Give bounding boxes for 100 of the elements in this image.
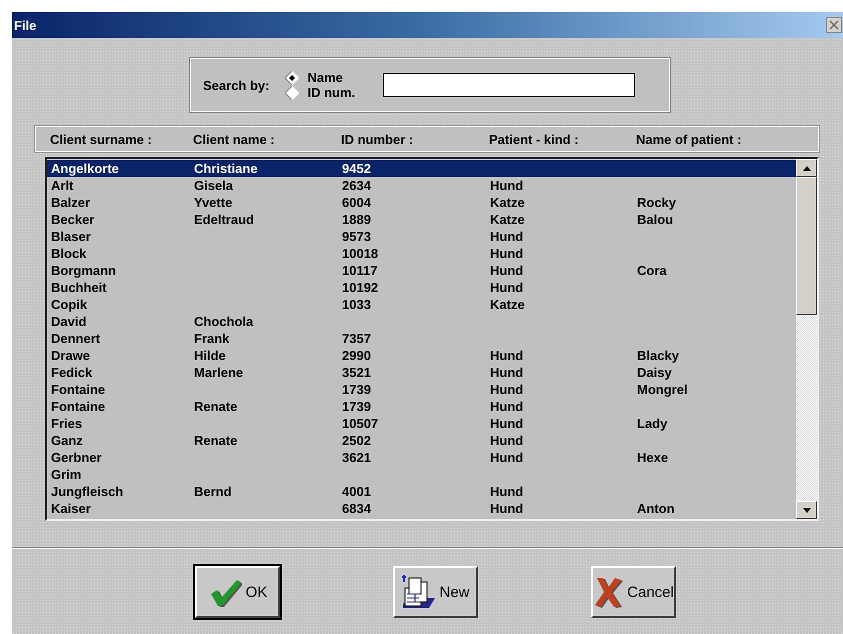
table-cell: Arlt [51, 178, 74, 193]
table-cell: Balzer [51, 195, 90, 210]
table-cell: Hund [490, 433, 524, 448]
scroll-down-button[interactable] [796, 501, 817, 519]
table-cell: Hund [490, 263, 524, 278]
table-cell: Hund [490, 178, 524, 193]
radio-diamond-icon [285, 86, 300, 100]
table-cell: 2634 [342, 178, 371, 193]
table-cell: Edeltraud [194, 212, 254, 227]
cross-icon [593, 576, 624, 608]
table-cell: Yvette [194, 195, 232, 210]
table-cell: 10507 [342, 416, 378, 431]
table-cell: Block [51, 246, 86, 261]
table-cell: Blaser [51, 229, 91, 244]
table-cell: Fontaine [51, 399, 106, 414]
table-cell: Hund [490, 365, 524, 380]
table-cell: 1889 [342, 212, 371, 227]
table-cell: Hund [490, 246, 524, 261]
table-cell: 1033 [342, 297, 371, 312]
table-cell: 1739 [342, 399, 371, 414]
table-cell: 6834 [342, 501, 371, 516]
column-header[interactable]: Client name : [179, 132, 327, 146]
column-header[interactable]: Name of patient : [622, 132, 772, 146]
search-label: Search by: [203, 78, 270, 92]
table-cell: 2502 [342, 433, 371, 448]
table-cell: Angelkorte [51, 161, 119, 176]
document-stack-icon [401, 574, 436, 610]
table-cell: 10018 [342, 246, 378, 261]
window-title: File [14, 18, 36, 32]
selected-row[interactable]: Angelkorte Christiane 9452 [47, 160, 796, 177]
new-button[interactable]: New [393, 566, 478, 618]
table-cell: Katze [490, 212, 525, 227]
table-cell: 10117 [342, 263, 378, 278]
table-cell: Anton [637, 501, 675, 516]
table-cell: Kaiser [51, 501, 91, 516]
table-cell: Renate [194, 433, 238, 448]
table-cell: Becker [51, 212, 94, 227]
ok-button[interactable]: OK [195, 566, 280, 618]
table-cell: Blacky [637, 348, 679, 363]
table-cell: Bernd [194, 484, 232, 499]
table-cell: 9573 [342, 229, 371, 244]
table-cell: 6004 [342, 195, 371, 210]
table-cell: Lady [637, 416, 668, 431]
down-arrow-icon [802, 508, 810, 512]
radio-option[interactable]: ID num. [285, 85, 356, 100]
table-cell: 4001 [342, 484, 371, 499]
table-cell: Renate [194, 399, 238, 414]
table-cell: Hund [490, 501, 524, 516]
table-cell: Dennert [51, 331, 100, 346]
table-cell: 1739 [342, 382, 371, 397]
table-cell: Daisy [637, 365, 672, 380]
table-cell: Drawe [51, 348, 90, 363]
table-cell: Ganz [51, 433, 83, 448]
column-header[interactable]: ID number : [327, 132, 475, 146]
close-button[interactable] [826, 17, 842, 33]
table-cell: Hexe [637, 450, 668, 465]
table-cell: 7357 [342, 331, 371, 346]
table-cell: Hund [490, 450, 524, 465]
scroll-up-button[interactable] [796, 159, 817, 177]
table-cell: Hund [490, 348, 524, 363]
table-cell: Rocky [637, 195, 676, 210]
table-cell: Balou [637, 212, 674, 227]
radio-option[interactable]: Name [285, 70, 356, 85]
table-cell: Buchheit [51, 280, 107, 295]
table-cell: Hund [490, 280, 524, 295]
table-cell: Hund [490, 229, 524, 244]
table-cell: Mongrel [637, 382, 688, 397]
scroll-thumb[interactable] [796, 177, 817, 315]
radio-diamond-icon [285, 70, 300, 84]
table-cell: Cora [637, 263, 667, 278]
table-cell: 3521 [342, 365, 371, 380]
search-field[interactable] [383, 73, 636, 97]
table-cell: Katze [490, 297, 525, 312]
up-arrow-icon [802, 166, 810, 170]
table-cell: Gisela [194, 178, 234, 193]
table-cell: Hilde [194, 348, 226, 363]
table-cell: 2990 [342, 348, 371, 363]
table-cell: Hund [490, 484, 524, 499]
table-cell: 3621 [342, 450, 371, 465]
table-cell: Katze [490, 195, 525, 210]
table-cell: Christiane [194, 161, 258, 176]
table-cell: Hund [490, 399, 524, 414]
table-cell: Jungfleisch [51, 484, 124, 499]
table-cell: Borgmann [51, 263, 116, 278]
table-cell: Copik [51, 297, 88, 312]
table-cell: Gerbner [51, 450, 102, 465]
close-icon [829, 20, 839, 30]
scrollbar[interactable] [796, 159, 817, 519]
table-cell: Marlene [194, 365, 244, 380]
column-header[interactable]: Client surname : [36, 132, 179, 146]
table-cell: Frank [194, 331, 230, 346]
table-cell: Grim [51, 467, 82, 482]
table-cell: Hund [490, 382, 524, 397]
table-cell: 10192 [342, 280, 378, 295]
table-cell: Fedick [51, 365, 92, 380]
cancel-button[interactable]: Cancel [591, 566, 676, 618]
table-cell: Chochola [194, 314, 254, 329]
table-cell: 9452 [342, 161, 371, 176]
table-cell: Hund [490, 416, 524, 431]
column-header[interactable]: Patient - kind : [475, 132, 622, 146]
